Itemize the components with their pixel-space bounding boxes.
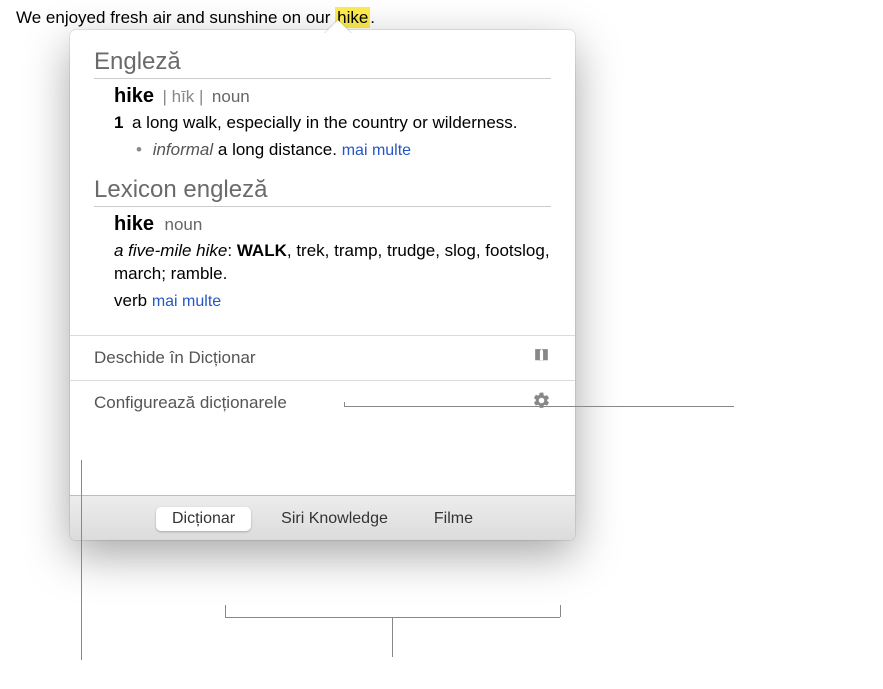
sense-definition: a long walk, especially in the country o… bbox=[132, 113, 518, 132]
sense-number: 1 bbox=[114, 112, 132, 135]
dictionary-section-title: Engleză bbox=[94, 48, 551, 79]
bullet-icon: • bbox=[136, 140, 142, 159]
tab-siri-knowledge[interactable]: Siri Knowledge bbox=[265, 507, 404, 531]
thesaurus-pos: noun bbox=[164, 215, 202, 234]
gear-icon bbox=[532, 391, 551, 415]
thesaurus-primary-synonym: WALK bbox=[237, 241, 287, 260]
callout-line bbox=[344, 406, 734, 407]
thesaurus-example: a five-mile hike bbox=[114, 241, 227, 260]
callout-line bbox=[225, 605, 226, 617]
source-suffix: . bbox=[370, 8, 375, 27]
callout-line bbox=[344, 402, 345, 407]
tab-films[interactable]: Filme bbox=[418, 507, 489, 531]
pronunciation: | hīk | bbox=[162, 87, 203, 106]
tab-dictionary[interactable]: Dicționar bbox=[156, 507, 251, 531]
subsense-definition: a long distance. bbox=[218, 140, 337, 159]
more-link-dictionary[interactable]: mai multe bbox=[342, 142, 411, 159]
thesaurus-section-title: Lexicon engleză bbox=[94, 176, 551, 207]
open-in-dictionary-button[interactable]: Deschide în Dicționar bbox=[70, 336, 575, 380]
dictionary-headword: hike bbox=[114, 85, 154, 107]
lookup-popover: Engleză hike | hīk | noun 1a long walk, … bbox=[70, 30, 575, 540]
thesaurus-verb-label: verb bbox=[114, 291, 147, 310]
more-link-thesaurus[interactable]: mai multe bbox=[152, 293, 221, 310]
register-label: informal bbox=[153, 140, 213, 159]
tab-bar: Dicționar Siri Knowledge Filme bbox=[70, 495, 575, 540]
source-prefix: We enjoyed fresh air and sunshine on our bbox=[16, 8, 335, 27]
callout-line bbox=[560, 605, 561, 617]
configure-dictionaries-label: Configurează dicționarele bbox=[94, 393, 287, 413]
part-of-speech: noun bbox=[212, 87, 250, 106]
configure-dictionaries-button[interactable]: Configurează dicționarele bbox=[70, 381, 575, 425]
thesaurus-headword: hike bbox=[114, 213, 154, 235]
callout-line bbox=[392, 617, 393, 657]
source-sentence: We enjoyed fresh air and sunshine on our… bbox=[16, 8, 375, 28]
callout-line bbox=[81, 460, 82, 660]
open-in-dictionary-label: Deschide în Dicționar bbox=[94, 348, 256, 368]
book-icon bbox=[532, 346, 551, 370]
